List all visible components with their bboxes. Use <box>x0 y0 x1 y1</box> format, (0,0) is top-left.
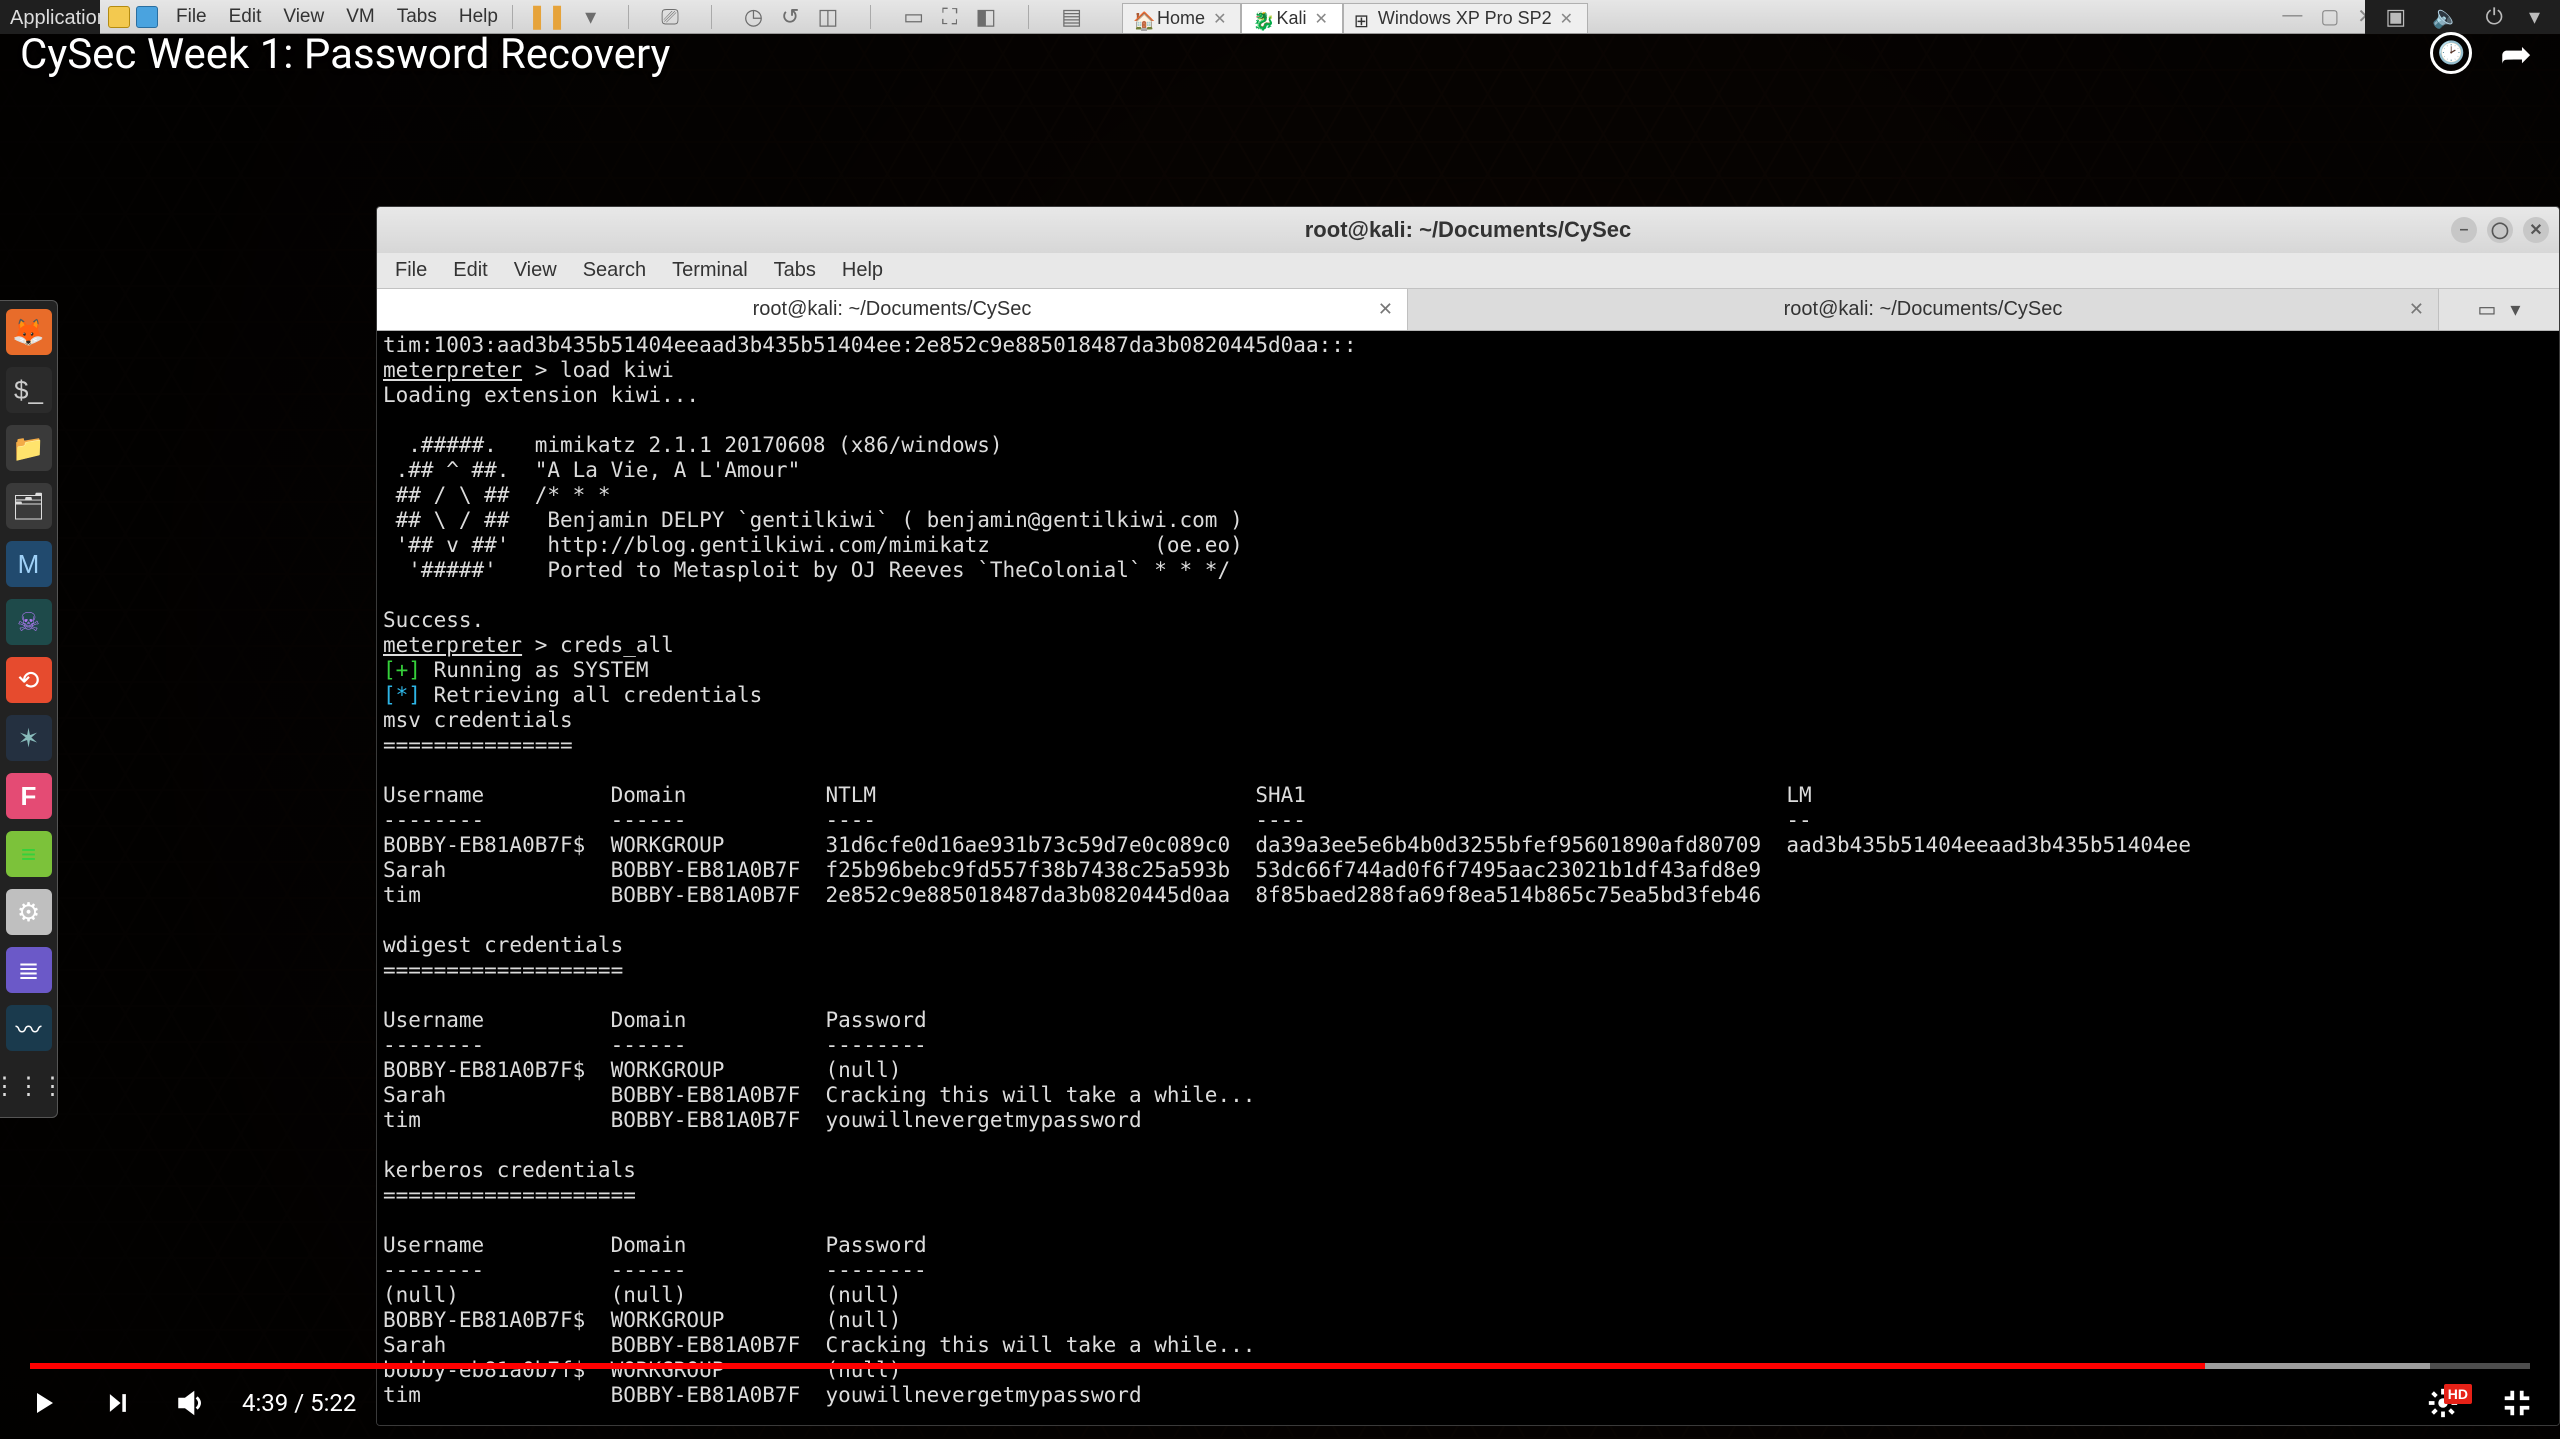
vmware-menu: File Edit View VM Tabs Help <box>166 6 498 28</box>
time-display: 4:39 / 5:22 <box>242 1389 356 1417</box>
fullscreen-icon[interactable]: ⛶ <box>942 4 957 30</box>
send-key-icon[interactable]: ⎚ <box>661 4 679 30</box>
close-icon[interactable]: ✕ <box>1560 9 1573 29</box>
video-icon[interactable]: ▣ <box>2385 4 2406 30</box>
power-icon[interactable]: ⏻ <box>2486 4 2503 30</box>
close-icon[interactable]: ✕ <box>1378 299 1393 320</box>
hd-badge: HD <box>2444 1384 2472 1404</box>
vmw-tab-winxp[interactable]: ⊞ Windows XP Pro SP2 ✕ <box>1343 3 1588 33</box>
tab-label: Home <box>1157 8 1205 29</box>
terminal-window: root@kali: ~/Documents/CySec – ◯ ✕ File … <box>376 206 2560 1426</box>
revert-icon[interactable]: ↺ <box>781 4 799 30</box>
vmw-tab-home[interactable]: 🏠 Home ✕ <box>1122 3 1241 33</box>
close-icon[interactable]: ✕ <box>1314 9 1327 29</box>
tab-label: root@kali: ~/Documents/CySec <box>1784 298 2063 321</box>
fit-icon[interactable]: ▭ <box>903 4 924 30</box>
vmw-menu-file[interactable]: File <box>176 6 207 28</box>
vmw-menu-view[interactable]: View <box>283 6 324 28</box>
dock-files[interactable]: 📁 <box>6 425 52 471</box>
close-icon[interactable]: ✕ <box>2409 299 2424 320</box>
vmw-app-icon[interactable] <box>108 6 130 28</box>
term-menu-help[interactable]: Help <box>842 259 883 282</box>
dock-faraday[interactable]: F <box>6 773 52 819</box>
next-button[interactable] <box>94 1380 140 1426</box>
dropdown-icon[interactable]: ▾ <box>2529 4 2540 30</box>
tab-label: Windows XP Pro SP2 <box>1378 8 1552 29</box>
close-icon[interactable]: ✕ <box>2523 217 2549 243</box>
youtube-controls: 4:39 / 5:22 HD <box>0 1357 2560 1439</box>
video-title: CySec Week 1: Password Recovery <box>20 30 670 79</box>
vmware-toolbar: File Edit View VM Tabs Help ❚❚ ▾ ⎚ ◷ ↺ ◫… <box>100 0 2390 34</box>
minimize-icon[interactable]: – <box>2451 217 2477 243</box>
vmw-menu-vm[interactable]: VM <box>346 6 375 28</box>
tab-dropdown-icon[interactable]: ▾ <box>2510 297 2520 322</box>
library-icon[interactable]: ▤ <box>1061 4 1082 30</box>
dash-dock: 🦊 $_ 📁 🗂 M ☠ ⟲ ✶ F ≡ ⚙ ≣ 〰 ⋮⋮⋮ <box>0 300 58 1118</box>
terminal-titlebar[interactable]: root@kali: ~/Documents/CySec – ◯ ✕ <box>377 207 2559 253</box>
dock-wireshark[interactable]: 〰 <box>6 1005 52 1051</box>
dock-metasploit[interactable]: M <box>6 541 52 587</box>
audio-icon[interactable]: 🔈 <box>2432 4 2459 30</box>
dock-armitage[interactable]: ☠ <box>6 599 52 645</box>
dock-firefox[interactable]: 🦊 <box>6 309 52 355</box>
progress-bar[interactable] <box>30 1363 2530 1369</box>
maximize-icon[interactable]: ▢ <box>2320 4 2339 29</box>
vmw-home-icon[interactable] <box>136 6 158 28</box>
minimize-icon[interactable]: — <box>2282 4 2302 29</box>
settings-button[interactable]: HD <box>2420 1380 2466 1426</box>
dock-notes[interactable]: ≡ <box>6 831 52 877</box>
dock-settings[interactable]: ⚙ <box>6 889 52 935</box>
manage-icon[interactable]: ◫ <box>817 4 838 30</box>
unity-icon[interactable]: ◧ <box>975 4 996 30</box>
pause-icon[interactable]: ❚❚ <box>527 2 567 31</box>
dock-maltego[interactable]: ✶ <box>6 715 52 761</box>
vmw-tab-kali[interactable]: 🐉 Kali ✕ <box>1241 3 1342 33</box>
dock-file-manager[interactable]: 🗂 <box>6 483 52 529</box>
terminal-tab-2[interactable]: root@kali: ~/Documents/CySec ✕ <box>1408 289 2439 330</box>
term-menu-tabs[interactable]: Tabs <box>774 259 816 282</box>
term-menu-terminal[interactable]: Terminal <box>672 259 748 282</box>
home-icon: 🏠 <box>1133 11 1149 27</box>
snapshot-icon[interactable]: ◷ <box>744 4 763 30</box>
dock-terminal[interactable]: $_ <box>6 367 52 413</box>
term-menu-file[interactable]: File <box>395 259 427 282</box>
terminal-tabbar: root@kali: ~/Documents/CySec ✕ root@kali… <box>377 289 2559 331</box>
terminal-title: root@kali: ~/Documents/CySec <box>1305 217 1632 243</box>
played-segment <box>30 1363 2205 1369</box>
terminal-tab-1[interactable]: root@kali: ~/Documents/CySec ✕ <box>377 289 1408 330</box>
new-tab-icon[interactable]: ▭ <box>2478 297 2497 322</box>
terminal-menubar: File Edit View Search Terminal Tabs Help <box>377 253 2559 289</box>
vmw-menu-edit[interactable]: Edit <box>229 6 262 28</box>
maximize-icon[interactable]: ◯ <box>2487 217 2513 243</box>
share-icon[interactable]: ➦ <box>2500 32 2532 77</box>
dock-stack[interactable]: ≣ <box>6 947 52 993</box>
term-menu-edit[interactable]: Edit <box>453 259 487 282</box>
watch-later-icon[interactable]: 🕑 <box>2430 32 2472 74</box>
kali-icon: 🐉 <box>1252 11 1268 27</box>
vmw-menu-help[interactable]: Help <box>459 6 498 28</box>
tab-label: Kali <box>1276 8 1306 29</box>
vmw-menu-tabs[interactable]: Tabs <box>397 6 437 28</box>
tab-label: root@kali: ~/Documents/CySec <box>753 298 1032 321</box>
exit-fullscreen-button[interactable] <box>2494 1380 2540 1426</box>
volume-button[interactable] <box>168 1380 214 1426</box>
term-menu-search[interactable]: Search <box>583 259 646 282</box>
term-menu-view[interactable]: View <box>514 259 557 282</box>
windows-icon: ⊞ <box>1354 11 1370 27</box>
dropdown-icon[interactable]: ▾ <box>585 4 596 30</box>
play-button[interactable] <box>20 1380 66 1426</box>
terminal-output[interactable]: tim:1003:aad3b435b51404eeaad3b435b51404e… <box>377 331 2559 1425</box>
close-icon[interactable]: ✕ <box>1213 9 1226 29</box>
dock-apps[interactable]: ⋮⋮⋮ <box>6 1063 52 1109</box>
dock-burp[interactable]: ⟲ <box>6 657 52 703</box>
system-tray: ▣ 🔈 ⏻ ▾ <box>2365 0 2560 34</box>
